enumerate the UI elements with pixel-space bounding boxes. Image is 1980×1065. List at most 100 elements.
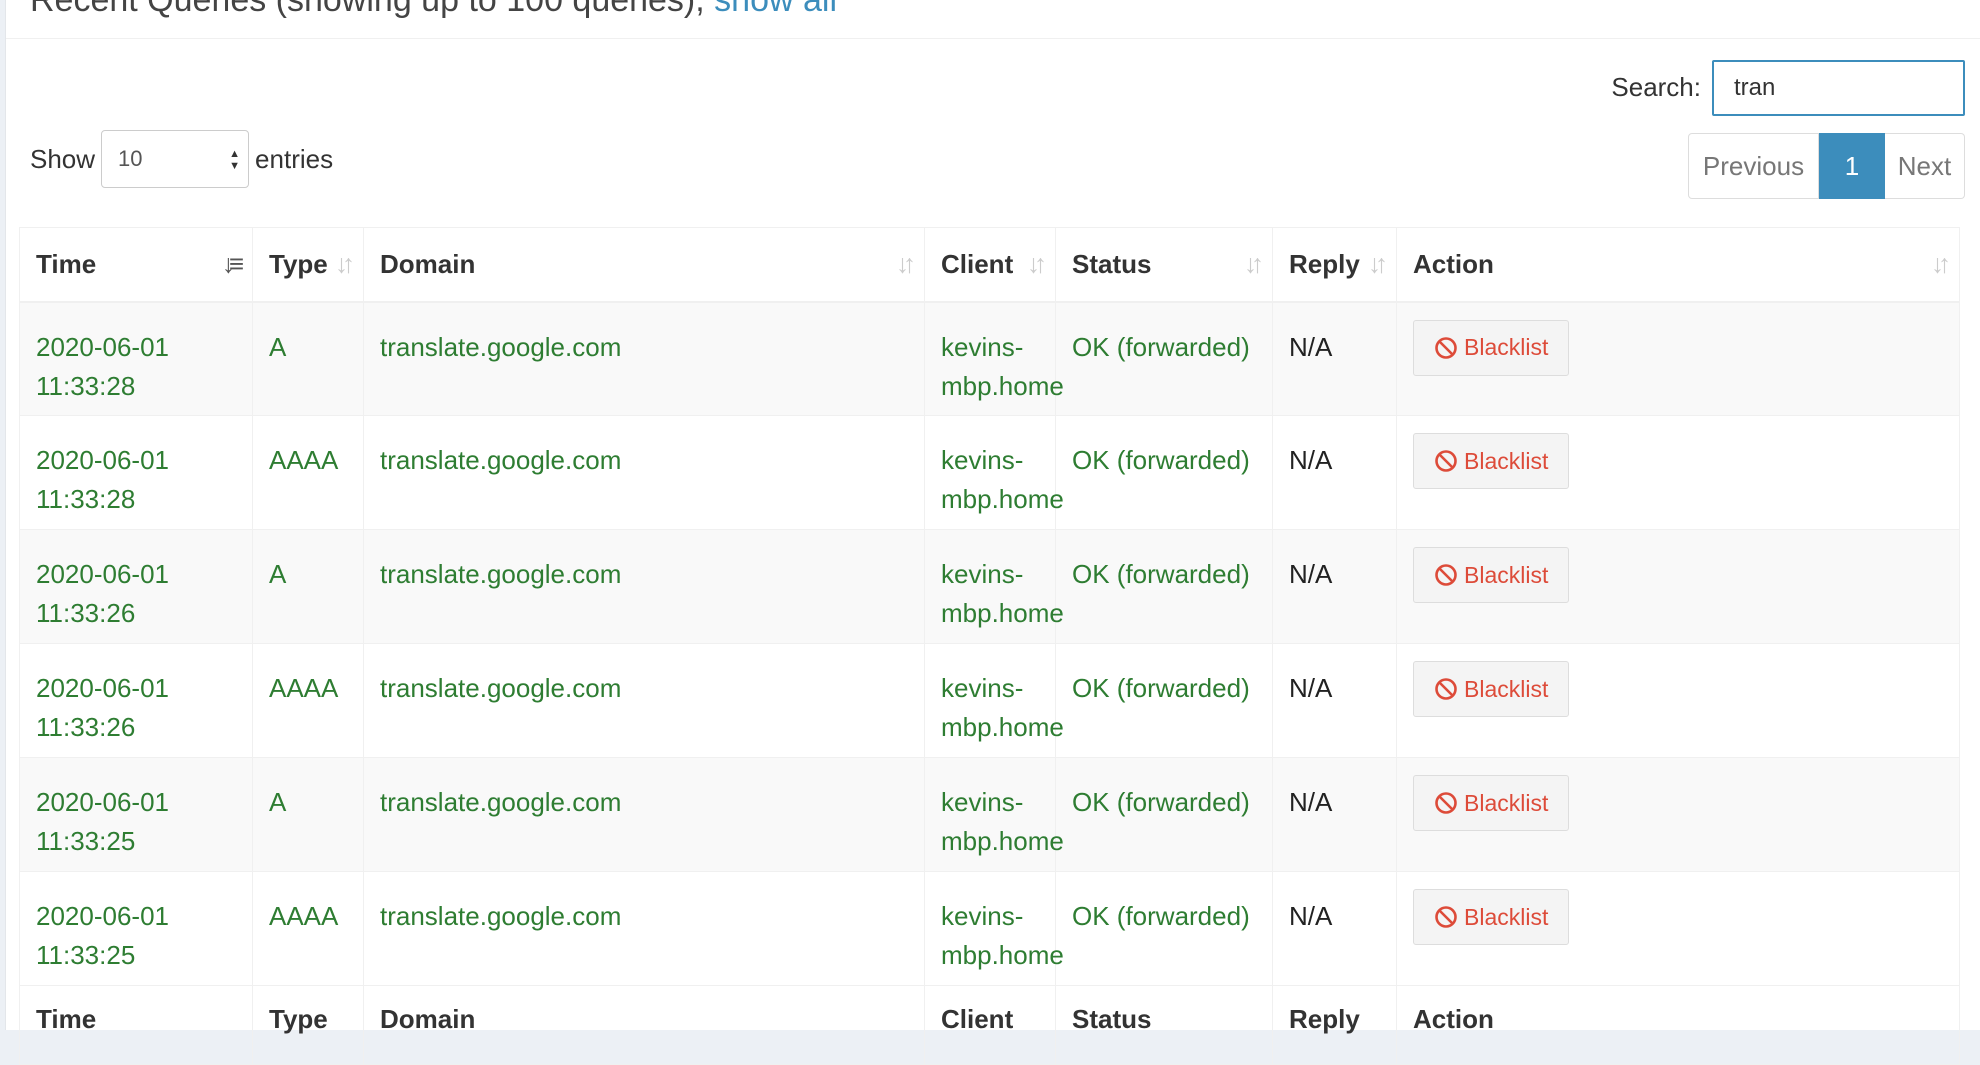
blacklist-label: Blacklist — [1464, 447, 1549, 474]
blacklist-button[interactable]: Blacklist — [1413, 889, 1570, 945]
header-row: Time ↓≡ Type ↓↑ Domain ↓↑ Client ↓↑ Status ↓↑… — [19, 227, 1960, 303]
col-type-label: Type — [269, 248, 328, 279]
cell-client: kevins-mbp.home — [924, 529, 1064, 644]
cell-reply: N/A — [1272, 415, 1397, 530]
cell-client: kevins-mbp.home — [924, 757, 1064, 872]
cell-time: 2020-06-01 11:33:28 — [19, 301, 253, 416]
show-all-link[interactable]: show all — [714, 0, 837, 19]
previous-button[interactable]: Previous — [1688, 133, 1819, 199]
length-control: Show 10 ▲ ▼ entries — [30, 130, 333, 188]
foot-time: Time — [19, 985, 253, 1065]
cell-action: Blacklist — [1396, 415, 1960, 530]
client-line-2: mbp.home — [941, 370, 1064, 401]
blacklist-label: Blacklist — [1464, 675, 1549, 702]
cell-reply: N/A — [1272, 301, 1397, 416]
cell-status: OK (forwarded) — [1055, 643, 1273, 758]
blacklist-button[interactable]: Blacklist — [1413, 433, 1570, 489]
client-line-2: mbp.home — [941, 712, 1064, 742]
cell-type: AAAA — [252, 643, 364, 758]
ban-icon — [1435, 336, 1457, 359]
cell-status: OK (forwarded) — [1055, 757, 1273, 872]
entries-label: entries — [255, 143, 334, 174]
blacklist-button[interactable]: Blacklist — [1413, 775, 1570, 831]
col-action-label: Action — [1413, 248, 1494, 279]
cell-time: 2020-06-01 11:33:28 — [19, 415, 253, 530]
ban-icon — [1435, 678, 1457, 700]
search-label: Search: — [1611, 72, 1701, 102]
cell-action: Blacklist — [1396, 529, 1960, 644]
sort-icon: ↓↑ — [1244, 248, 1264, 279]
queries-table: Time ↓≡ Type ↓↑ Domain ↓↑ Client ↓↑ Status ↓↑… — [19, 227, 1960, 1065]
cell-type: A — [252, 529, 364, 644]
blacklist-label: Blacklist — [1464, 903, 1549, 930]
search-input[interactable] — [1712, 60, 1965, 116]
cell-domain: translate.google.com — [363, 415, 925, 530]
foot-domain: Domain — [363, 985, 925, 1065]
blacklist-button[interactable]: Blacklist — [1413, 661, 1570, 717]
client-line-1: kevins- — [941, 673, 1024, 703]
next-button[interactable]: Next — [1885, 133, 1965, 199]
client-line-2: mbp.home — [941, 484, 1064, 514]
cell-type: AAAA — [252, 871, 364, 986]
table-row: 2020-06-01 11:33:25 AAAA translate.googl… — [19, 871, 1960, 986]
foot-status: Status — [1055, 985, 1273, 1065]
table-footer: Time Type Domain Client Status Reply Act… — [19, 985, 1960, 1065]
cell-time: 2020-06-01 11:33:25 — [19, 757, 253, 872]
sort-icon: ↓↑ — [1027, 248, 1047, 279]
client-line-1: kevins- — [941, 331, 1024, 362]
cell-reply: N/A — [1272, 529, 1397, 644]
table-row: 2020-06-01 11:33:28 A translate.google.c… — [19, 301, 1960, 416]
client-line-2: mbp.home — [941, 940, 1064, 970]
cell-action: Blacklist — [1396, 871, 1960, 986]
cell-time: 2020-06-01 11:33:26 — [19, 529, 253, 644]
col-status[interactable]: Status ↓↑ — [1055, 227, 1273, 303]
table-row: 2020-06-01 11:33:28 AAAA translate.googl… — [19, 415, 1960, 530]
cell-reply: N/A — [1272, 643, 1397, 758]
cell-status: OK (forwarded) — [1055, 529, 1273, 644]
cell-status: OK (forwarded) — [1055, 871, 1273, 986]
pagination: Previous 1 Next — [1688, 133, 1965, 199]
cell-action: Blacklist — [1396, 757, 1960, 872]
select-arrows-icon: ▲ ▼ — [229, 148, 241, 172]
box-divider — [6, 38, 1980, 39]
cell-client: kevins-mbp.home — [924, 643, 1064, 758]
client-line-1: kevins- — [941, 445, 1024, 475]
table-body: 2020-06-01 11:33:28 A translate.google.c… — [19, 301, 1960, 986]
client-line-1: kevins- — [941, 559, 1024, 589]
cell-time: 2020-06-01 11:33:26 — [19, 643, 253, 758]
blacklist-button[interactable]: Blacklist — [1413, 319, 1570, 376]
col-domain[interactable]: Domain ↓↑ — [363, 227, 925, 303]
blacklist-label: Blacklist — [1464, 789, 1549, 816]
col-reply[interactable]: Reply ↓↑ — [1272, 227, 1397, 303]
col-client[interactable]: Client ↓↑ — [924, 227, 1056, 303]
cell-domain: translate.google.com — [363, 757, 925, 872]
client-line-1: kevins- — [941, 787, 1024, 817]
foot-type: Type — [252, 985, 364, 1065]
table-header: Time ↓≡ Type ↓↑ Domain ↓↑ Client ↓↑ Status ↓↑… — [19, 227, 1960, 303]
cell-domain: translate.google.com — [363, 529, 925, 644]
cell-action: Blacklist — [1396, 301, 1960, 416]
col-time[interactable]: Time ↓≡ — [19, 227, 253, 303]
cell-reply: N/A — [1272, 757, 1397, 872]
col-action[interactable]: Action ↓↑ — [1396, 227, 1960, 303]
col-status-label: Status — [1072, 248, 1152, 279]
entries-select[interactable]: 10 ▲ ▼ — [101, 130, 250, 188]
sort-icon: ↓↑ — [335, 248, 355, 279]
blacklist-label: Blacklist — [1464, 561, 1549, 588]
col-type[interactable]: Type ↓↑ — [252, 227, 364, 303]
entries-select-value: 10 — [118, 146, 143, 171]
cell-client: kevins-mbp.home — [924, 871, 1064, 986]
foot-reply: Reply — [1272, 985, 1397, 1065]
blacklist-label: Blacklist — [1464, 334, 1549, 360]
sort-icon: ↓↑ — [1931, 248, 1951, 279]
table-row: 2020-06-01 11:33:26 AAAA translate.googl… — [19, 643, 1960, 758]
cell-domain: translate.google.com — [363, 871, 925, 986]
blacklist-button[interactable]: Blacklist — [1413, 547, 1570, 603]
ban-icon — [1435, 564, 1457, 586]
page-1-button[interactable]: 1 — [1819, 133, 1885, 199]
cell-reply: N/A — [1272, 871, 1397, 986]
ban-icon — [1435, 450, 1457, 472]
sort-icon: ↓↑ — [896, 248, 916, 279]
cell-type: AAAA — [252, 415, 364, 530]
cell-type: A — [252, 757, 364, 872]
